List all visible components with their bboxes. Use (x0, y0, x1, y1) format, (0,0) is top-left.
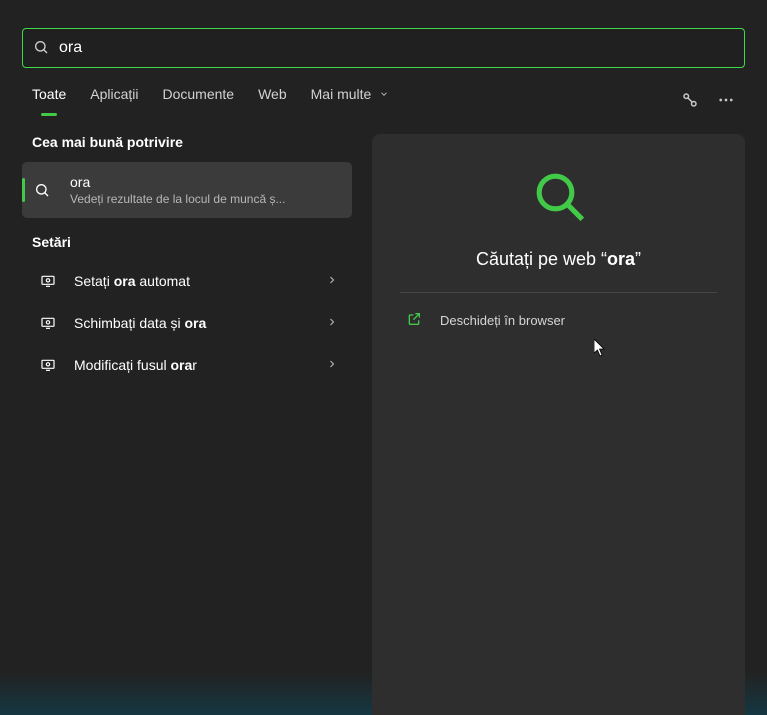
chevron-right-icon (326, 315, 338, 331)
best-match-result[interactable]: ora Vedeți rezultate de la locul de munc… (22, 162, 352, 218)
setting-change-timezone[interactable]: Modificați fusul orar (22, 346, 352, 384)
tab-label: Mai multe (311, 86, 372, 102)
search-icon (33, 39, 49, 58)
tab-apps[interactable]: Aplicații (90, 86, 138, 116)
results-list: Cea mai bună potrivire ora Vedeți rezult… (22, 134, 352, 715)
setting-label: Modificați fusul orar (74, 357, 310, 373)
filter-tabs: Toate Aplicații Documente Web Mai multe (0, 68, 767, 116)
search-input[interactable] (59, 39, 734, 57)
settings-app-icon (38, 273, 58, 289)
result-title: ora (70, 174, 285, 190)
open-external-icon (406, 311, 422, 330)
chevron-right-icon (326, 273, 338, 289)
open-in-browser-label: Deschideți în browser (440, 313, 565, 328)
chevron-down-icon (379, 86, 389, 102)
best-match-text: ora Vedeți rezultate de la locul de munc… (70, 174, 285, 206)
tab-label: Documente (163, 86, 235, 102)
setting-label: Schimbați data și ora (74, 315, 310, 331)
tab-label: Web (258, 86, 287, 102)
web-search-caption: Căutați pe web “ora” (476, 249, 641, 270)
tab-web[interactable]: Web (258, 86, 287, 116)
tab-label: Toate (32, 86, 66, 102)
web-search-preview: Căutați pe web “ora” (400, 168, 717, 293)
connections-icon[interactable] (681, 91, 699, 112)
settings-heading: Setări (32, 234, 352, 250)
search-icon (28, 182, 56, 198)
setting-label: Setați ora automat (74, 273, 310, 289)
settings-app-icon (38, 315, 58, 331)
search-large-icon (531, 168, 587, 227)
setting-set-time-auto[interactable]: Setați ora automat (22, 262, 352, 300)
preview-pane: Căutați pe web “ora” Deschideți în brows… (372, 134, 745, 715)
setting-change-date-time[interactable]: Schimbați data și ora (22, 304, 352, 342)
tab-label: Aplicații (90, 86, 138, 102)
results-area: Cea mai bună potrivire ora Vedeți rezult… (0, 116, 767, 715)
tab-documents[interactable]: Documente (163, 86, 235, 116)
search-bar[interactable] (22, 28, 745, 68)
tab-all[interactable]: Toate (32, 86, 66, 116)
start-menu-search: Toate Aplicații Documente Web Mai multe … (0, 0, 767, 715)
best-match-heading: Cea mai bună potrivire (32, 134, 352, 150)
search-bar-container (0, 0, 767, 68)
settings-app-icon (38, 357, 58, 373)
header-actions (681, 91, 735, 112)
tab-more[interactable]: Mai multe (311, 86, 390, 116)
result-subtitle: Vedeți rezultate de la locul de muncă ș.… (70, 192, 285, 206)
more-icon[interactable] (717, 91, 735, 112)
open-in-browser[interactable]: Deschideți în browser (400, 293, 717, 330)
chevron-right-icon (326, 357, 338, 373)
